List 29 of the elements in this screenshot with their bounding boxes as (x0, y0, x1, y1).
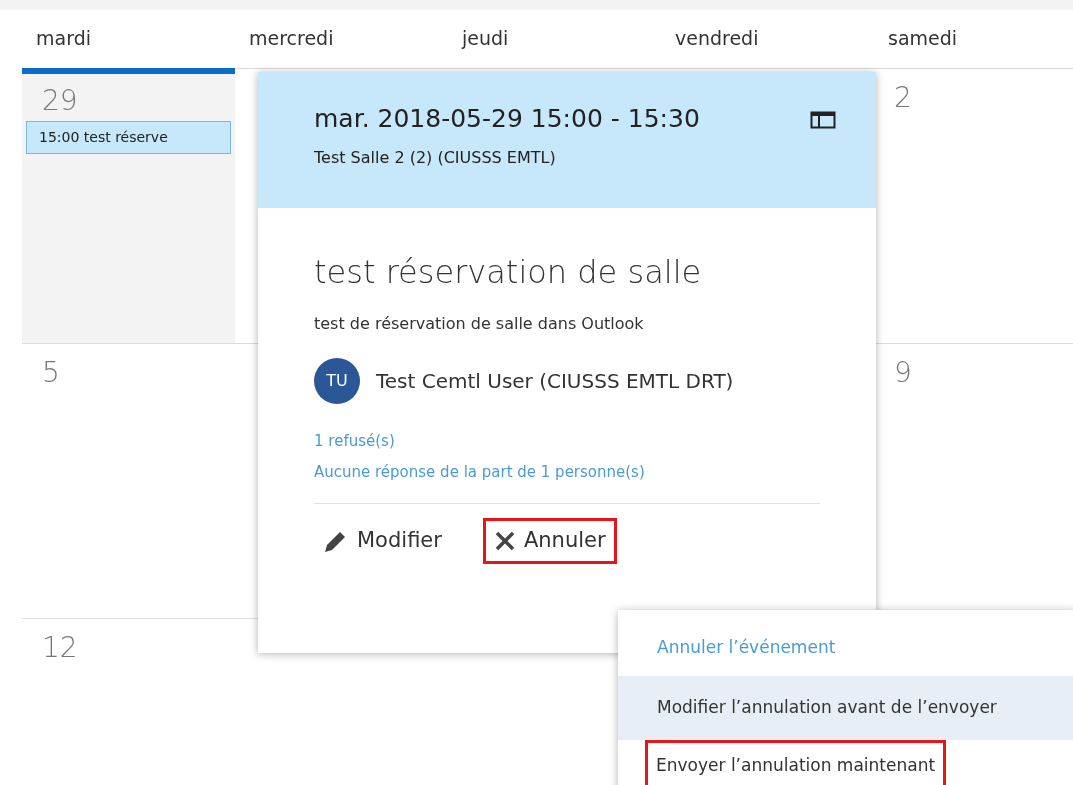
close-icon (493, 529, 516, 552)
day-number: 12 (42, 633, 78, 664)
expand-icon[interactable] (810, 110, 836, 130)
day-number: 29 (42, 86, 78, 117)
weekday-header: mardi (35, 26, 92, 51)
menu-item[interactable]: Modifier l’annulation avant de l’envoyer (618, 675, 1073, 740)
day-cell[interactable]: 12 (22, 618, 235, 785)
weekday-header: samedi (887, 26, 959, 51)
event-description: test de réservation de salle dans Outlook (314, 313, 645, 335)
event-time: mar. 2018-05-29 15:00 - 15:30 (314, 103, 700, 135)
avatar: TU (314, 358, 360, 404)
weekday-header: vendredi (674, 26, 760, 51)
event-location: Test Salle 2 (2) (CIUSSS EMTL) (314, 146, 557, 169)
selected-day-cell[interactable]: 29 15:00 test réserve (22, 68, 235, 343)
organizer-name: Test Cemtl User (CIUSSS EMTL DRT) (376, 368, 734, 395)
day-cell[interactable]: 5 (22, 343, 235, 618)
weekday-header: mercredi (248, 26, 335, 51)
day-number: 9 (894, 358, 912, 389)
calendar-event[interactable]: 15:00 test réserve (26, 121, 231, 154)
response-link[interactable]: 1 refusé(s) (314, 430, 820, 453)
event-title: test réservation de salle (314, 252, 703, 293)
edit-button[interactable]: Modifier (312, 518, 453, 564)
day-number: 2 (894, 83, 912, 114)
day-number: 5 (42, 358, 60, 389)
menu-item[interactable]: Envoyer l’annulation maintenant (645, 740, 947, 785)
response-link[interactable]: Aucune réponse de la part de 1 personne(s) (314, 460, 820, 483)
menu-item[interactable]: Annuler l’événement (618, 620, 1073, 676)
weekday-header: jeudi (460, 26, 510, 51)
cancel-button[interactable]: Annuler (482, 518, 617, 564)
